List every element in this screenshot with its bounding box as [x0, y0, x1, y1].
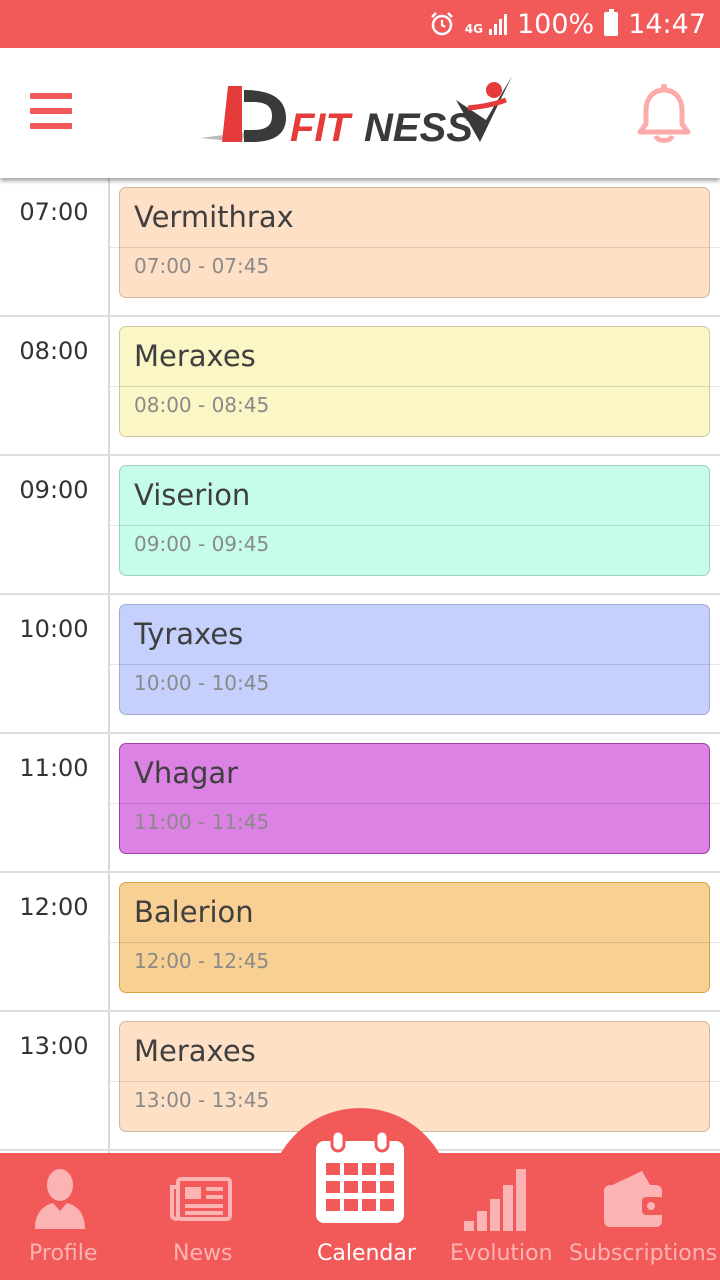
event-card[interactable]: Vhagar 11:00 - 11:45: [119, 743, 710, 854]
nav-tab-calendar[interactable]: Calendar: [290, 1129, 430, 1280]
nav-label: Evolution: [450, 1241, 553, 1266]
slot-time: 13:00: [19, 1032, 89, 1060]
clock: 14:47: [628, 8, 706, 40]
nav-tab-profile[interactable]: Profile: [0, 1153, 120, 1280]
event-title: Vhagar: [134, 756, 239, 790]
time-slot: 12:00 Balerion 12:00 - 12:45: [0, 873, 720, 1012]
nav-label: News: [173, 1241, 233, 1266]
time-slot: 10:00 Tyraxes 10:00 - 10:45: [0, 595, 720, 734]
event-title: Viserion: [134, 478, 251, 512]
event-title: Balerion: [134, 895, 254, 929]
slot-time: 09:00: [19, 476, 89, 504]
signal-icon: [488, 13, 507, 35]
nav-label: Subscriptions: [569, 1241, 718, 1266]
battery-percentage: 100%: [516, 8, 595, 40]
slot-time: 08:00: [19, 337, 89, 365]
event-card[interactable]: Meraxes 08:00 - 08:45: [119, 326, 710, 437]
event-title: Meraxes: [134, 339, 256, 373]
event-time-range: 11:00 - 11:45: [134, 810, 270, 834]
event-time-range: 09:00 - 09:45: [134, 532, 270, 556]
svg-text:NESS: NESS: [364, 106, 473, 150]
event-time-range: 07:00 - 07:45: [134, 254, 270, 278]
app-bar: FIT NESS: [0, 48, 720, 178]
nav-tab-subscriptions[interactable]: Subscriptions: [566, 1153, 717, 1280]
person-icon: [33, 1167, 87, 1233]
event-card[interactable]: Meraxes 13:00 - 13:45: [119, 1021, 710, 1132]
wallet-icon: [602, 1169, 666, 1233]
event-card[interactable]: Balerion 12:00 - 12:45: [119, 882, 710, 993]
svg-text:FIT: FIT: [290, 106, 354, 150]
bar-chart-icon: [464, 1167, 526, 1235]
event-time-range: 08:00 - 08:45: [134, 393, 270, 417]
network-type: 4G: [464, 22, 483, 36]
event-time-range: 10:00 - 10:45: [134, 671, 270, 695]
nav-label: Calendar: [317, 1241, 416, 1266]
time-slot: 07:00 Vermithrax 07:00 - 07:45: [0, 178, 720, 317]
newspaper-icon: [170, 1177, 232, 1225]
calendar-icon: [312, 1129, 408, 1231]
event-title: Tyraxes: [134, 617, 244, 651]
alarm-icon: [429, 11, 455, 37]
status-bar: 4G 100% 14:47: [0, 0, 720, 48]
nav-label: Profile: [29, 1241, 98, 1266]
hamburger-menu-icon[interactable]: [30, 93, 72, 129]
event-time-range: 13:00 - 13:45: [134, 1088, 270, 1112]
time-slot: 08:00 Meraxes 08:00 - 08:45: [0, 317, 720, 456]
time-slot: 09:00 Viserion 09:00 - 09:45: [0, 456, 720, 595]
slot-time: 10:00: [19, 615, 89, 643]
event-card[interactable]: Vermithrax 07:00 - 07:45: [119, 187, 710, 298]
time-slot: 11:00 Vhagar 11:00 - 11:45: [0, 734, 720, 873]
slot-time: 07:00: [19, 198, 89, 226]
battery-icon: [604, 9, 619, 36]
nav-tab-evolution[interactable]: Evolution: [448, 1153, 553, 1280]
event-time-range: 12:00 - 12:45: [134, 949, 270, 973]
event-card[interactable]: Tyraxes 10:00 - 10:45: [119, 604, 710, 715]
event-title: Meraxes: [134, 1034, 256, 1068]
network-indicator: 4G: [465, 13, 507, 35]
app-logo: FIT NESS: [200, 72, 520, 154]
event-card[interactable]: Viserion 09:00 - 09:45: [119, 465, 710, 576]
schedule-list[interactable]: 07:00 Vermithrax 07:00 - 07:45 08:00 Mer…: [0, 178, 720, 1153]
slot-time: 12:00: [19, 893, 89, 921]
slot-time: 11:00: [19, 754, 89, 782]
nav-tab-news[interactable]: News: [140, 1153, 260, 1280]
bell-icon[interactable]: [636, 84, 692, 146]
event-title: Vermithrax: [134, 200, 294, 234]
